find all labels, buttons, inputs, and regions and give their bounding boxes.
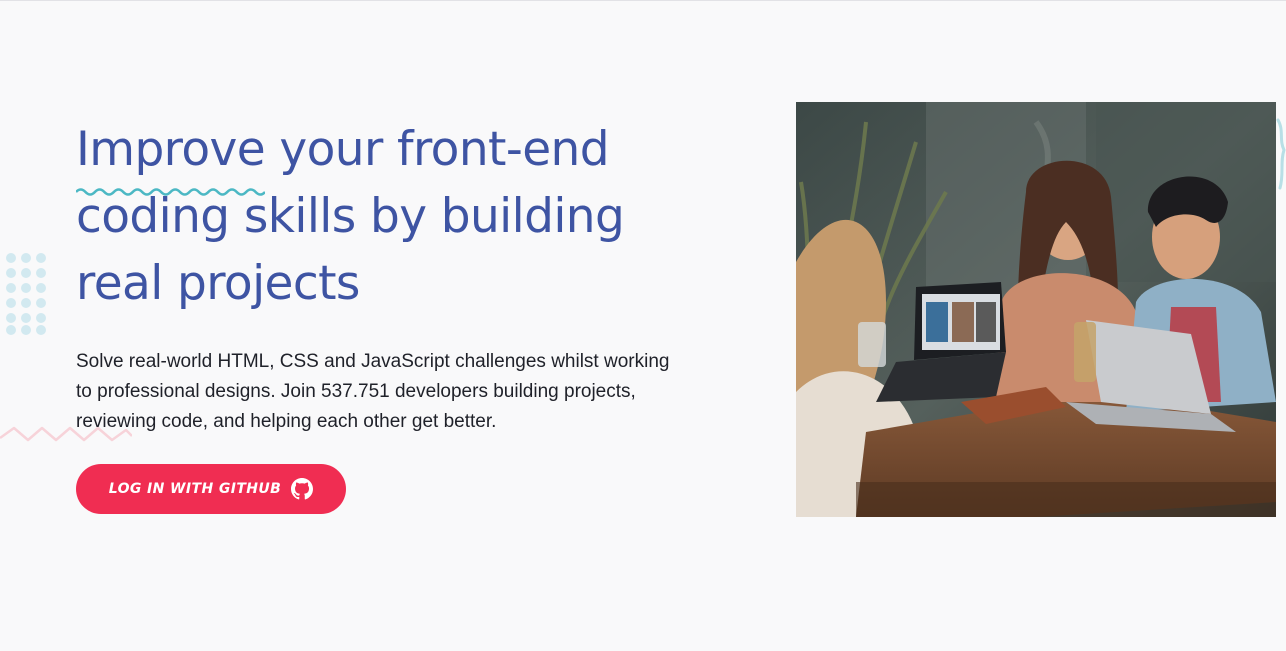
headline-emphasis-word: Improve — [76, 122, 266, 177]
squiggle-underline — [76, 188, 266, 196]
hero-headline: Improve your front-end coding skills by … — [76, 116, 716, 317]
hero-text: Improve your front-end coding skills by … — [76, 116, 716, 437]
cafe-scene-illustration — [796, 102, 1276, 517]
top-divider — [0, 0, 1286, 1]
headline-line-1-rest: your front-end — [265, 122, 609, 177]
hero-photo — [796, 102, 1276, 517]
headline-emphasis: Improve — [76, 116, 266, 196]
hero-subtext: Solve real-world HTML, CSS and JavaScrip… — [76, 351, 670, 432]
github-icon — [291, 478, 314, 500]
headline-line-1: Improve your front-end — [76, 116, 716, 196]
login-with-github-button[interactable]: LOG IN WITH GITHUB — [76, 464, 346, 514]
headline-line-3: real projects — [76, 256, 360, 311]
dot-grid-decoration — [6, 253, 46, 335]
brush-stroke-decoration — [1276, 118, 1286, 190]
login-button-label: LOG IN WITH GITHUB — [108, 481, 282, 497]
